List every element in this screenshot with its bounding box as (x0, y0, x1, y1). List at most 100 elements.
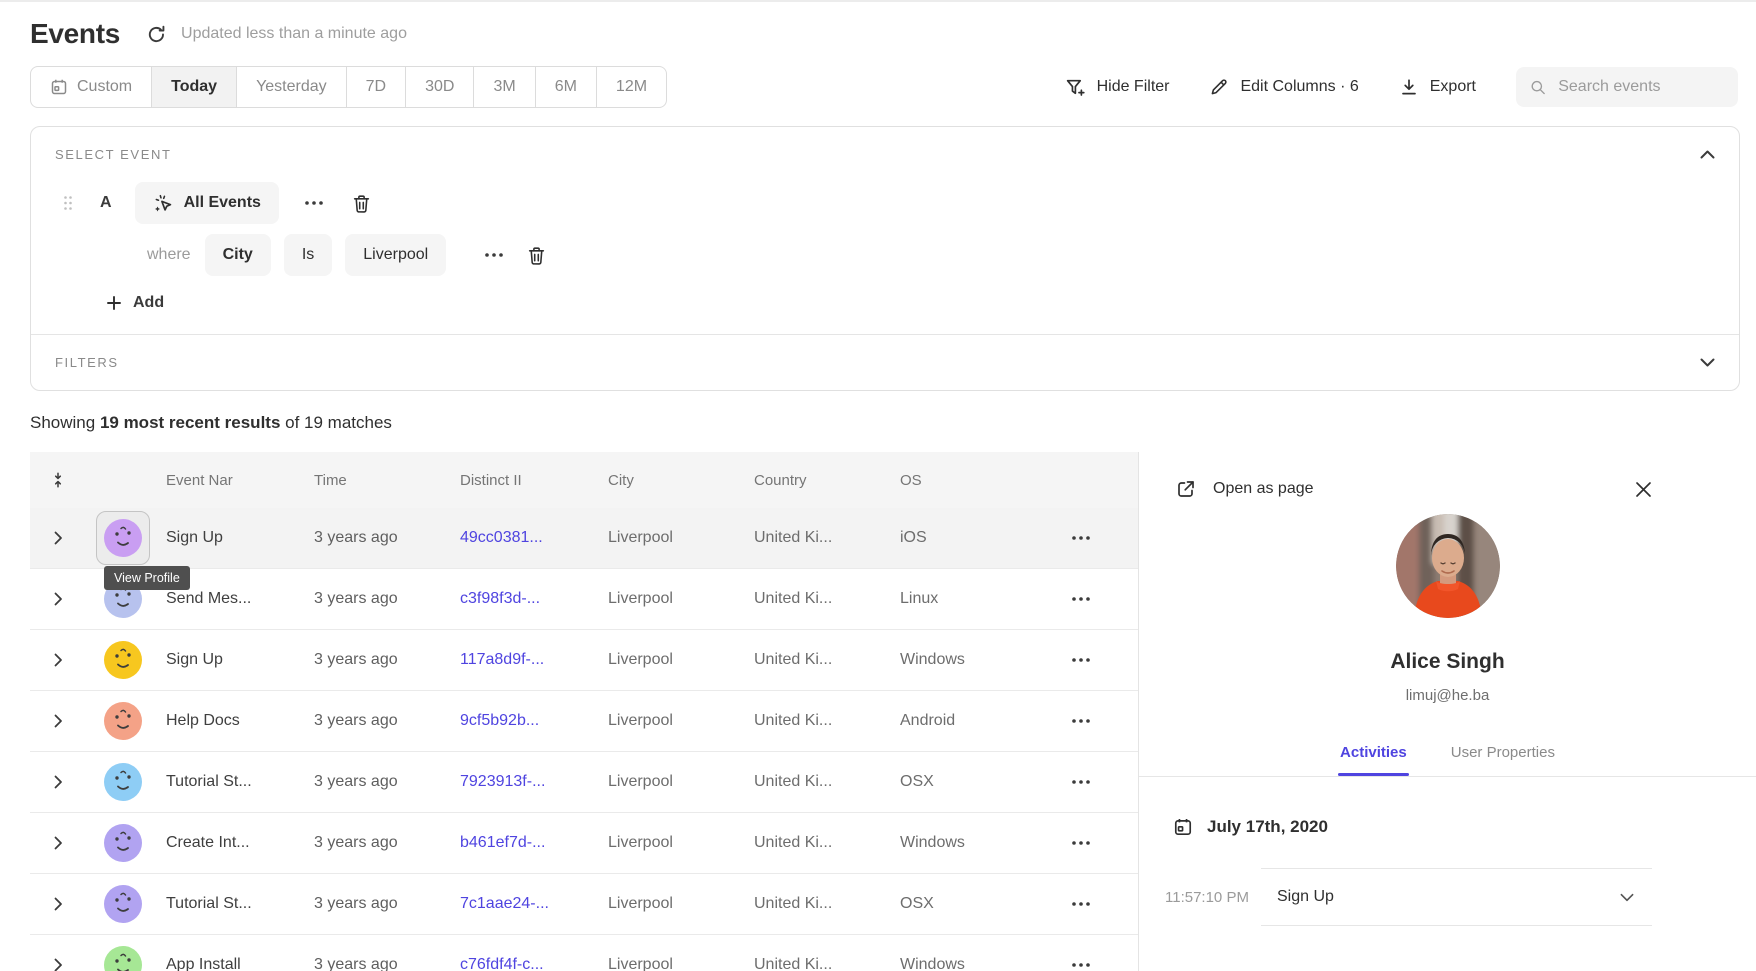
edit-columns-button[interactable]: Edit Columns · 6 (1209, 77, 1358, 97)
collapse-section-button[interactable] (1700, 150, 1715, 159)
table-row[interactable]: Create Int... 3 years ago b461ef7d-... L… (30, 813, 1138, 874)
event-name-cell: Sign Up (160, 529, 308, 547)
ellipsis-icon (1072, 536, 1090, 540)
column-header-time[interactable]: Time (308, 472, 454, 489)
filter-operator-chip[interactable]: Is (284, 234, 332, 276)
distinct-id-link[interactable]: 49cc0381... (454, 529, 602, 547)
table-row[interactable]: Help Docs 3 years ago 9cf5b92b... Liverp… (30, 691, 1138, 752)
tab-7d[interactable]: 7D (346, 67, 405, 107)
column-header-distinct-id[interactable]: Distinct II (454, 472, 602, 489)
distinct-id-link[interactable]: c76fdf4f-c... (454, 956, 602, 971)
tab-yesterday[interactable]: Yesterday (236, 67, 346, 107)
profile-tabs: Activities User Properties (1139, 744, 1756, 776)
tab-12m[interactable]: 12M (596, 67, 666, 107)
table-row[interactable]: Sign Up 3 years ago 117a8d9f-... Liverpo… (30, 630, 1138, 691)
expand-row-button[interactable] (54, 958, 63, 971)
filter-property-chip[interactable]: City (205, 234, 271, 276)
tab-activities[interactable]: Activities (1340, 744, 1407, 776)
user-avatar[interactable] (96, 877, 150, 931)
tab-3m[interactable]: 3M (473, 67, 534, 107)
distinct-id-link[interactable]: 117a8d9f-... (454, 651, 602, 669)
row-more-icon[interactable] (1072, 536, 1090, 540)
time-cell: 3 years ago (308, 956, 454, 971)
search-box[interactable] (1516, 67, 1738, 107)
delete-event-button[interactable] (351, 193, 372, 214)
activity-event-label: Sign Up (1277, 888, 1334, 906)
calendar-icon (1173, 817, 1193, 837)
tab-user-properties[interactable]: User Properties (1451, 744, 1555, 776)
profile-photo (1396, 514, 1500, 618)
time-cell: 3 years ago (308, 895, 454, 913)
avatar-face-icon (104, 885, 142, 923)
filter-value-chip[interactable]: Liverpool (345, 234, 446, 276)
chevron-right-icon (54, 531, 63, 545)
user-avatar[interactable] (96, 816, 150, 870)
row-more-icon[interactable] (1072, 780, 1090, 784)
row-more-icon[interactable] (1072, 658, 1090, 662)
avatar-face-icon (104, 519, 142, 557)
country-cell: United Ki... (748, 651, 894, 669)
tab-label: Yesterday (256, 78, 327, 96)
column-header-os[interactable]: OS (894, 472, 1024, 489)
search-input[interactable] (1558, 78, 1724, 96)
filters-section-toggle[interactable]: FILTERS (55, 335, 1715, 390)
column-header-city[interactable]: City (602, 472, 748, 489)
distinct-id-link[interactable]: b461ef7d-... (454, 834, 602, 852)
activity-event-expander[interactable]: Sign Up (1261, 868, 1652, 926)
expand-row-button[interactable] (54, 836, 63, 850)
row-more-icon[interactable] (1072, 719, 1090, 723)
avatar-face-icon (104, 641, 142, 679)
user-avatar[interactable] (96, 938, 150, 971)
trash-icon (351, 193, 372, 214)
os-cell: Windows (894, 956, 1024, 971)
row-more-icon[interactable] (1072, 963, 1090, 967)
city-cell: Liverpool (602, 895, 748, 913)
user-avatar[interactable] (96, 511, 150, 565)
column-header-event-name[interactable]: Event Nar (160, 472, 308, 489)
hide-filter-button[interactable]: Hide Filter (1065, 77, 1170, 98)
filter-more-button[interactable] (475, 247, 513, 263)
tab-today[interactable]: Today (151, 67, 236, 107)
event-more-button[interactable] (295, 195, 333, 211)
open-as-page-button[interactable] (1175, 478, 1197, 500)
close-panel-button[interactable] (1635, 481, 1652, 498)
country-cell: United Ki... (748, 956, 894, 971)
refresh-button[interactable] (146, 24, 167, 45)
ellipsis-icon (1072, 658, 1090, 662)
collapse-all-rows-button[interactable] (50, 472, 66, 488)
distinct-id-link[interactable]: 9cf5b92b... (454, 712, 602, 730)
expand-row-button[interactable] (54, 531, 63, 545)
tab-30d[interactable]: 30D (405, 67, 473, 107)
row-more-icon[interactable] (1072, 597, 1090, 601)
expand-row-button[interactable] (54, 653, 63, 667)
column-header-country[interactable]: Country (748, 472, 894, 489)
export-button[interactable]: Export (1399, 77, 1476, 97)
expand-row-button[interactable] (54, 592, 63, 606)
add-event-button[interactable]: Add (106, 294, 164, 312)
row-more-icon[interactable] (1072, 902, 1090, 906)
avatar-face-icon (104, 824, 142, 862)
drag-handle[interactable] (63, 195, 73, 211)
delete-filter-button[interactable] (526, 245, 547, 266)
distinct-id-link[interactable]: 7923913f-... (454, 773, 602, 791)
toolbar: Hide Filter Edit Columns · 6 Export (1065, 67, 1738, 107)
user-avatar[interactable] (96, 633, 150, 687)
add-button-label: Add (133, 294, 164, 312)
tab-custom[interactable]: Custom (31, 67, 151, 107)
expand-row-button[interactable] (54, 775, 63, 789)
distinct-id-link[interactable]: 7c1aae24-... (454, 895, 602, 913)
tab-6m[interactable]: 6M (535, 67, 596, 107)
table-row[interactable]: Tutorial St... 3 years ago 7923913f-... … (30, 752, 1138, 813)
user-avatar[interactable] (96, 694, 150, 748)
expand-filters-button[interactable] (1700, 358, 1715, 367)
event-selector-chip[interactable]: All Events (135, 182, 279, 224)
table-row[interactable]: Sign Up 3 years ago 49cc0381... Liverpoo… (30, 508, 1138, 569)
table-row[interactable]: Send Mes... 3 years ago c3f98f3d-... Liv… (30, 569, 1138, 630)
row-more-icon[interactable] (1072, 841, 1090, 845)
user-avatar[interactable] (96, 755, 150, 809)
table-row[interactable]: App Install 3 years ago c76fdf4f-c... Li… (30, 935, 1138, 971)
expand-row-button[interactable] (54, 897, 63, 911)
table-row[interactable]: Tutorial St... 3 years ago 7c1aae24-... … (30, 874, 1138, 935)
distinct-id-link[interactable]: c3f98f3d-... (454, 590, 602, 608)
expand-row-button[interactable] (54, 714, 63, 728)
